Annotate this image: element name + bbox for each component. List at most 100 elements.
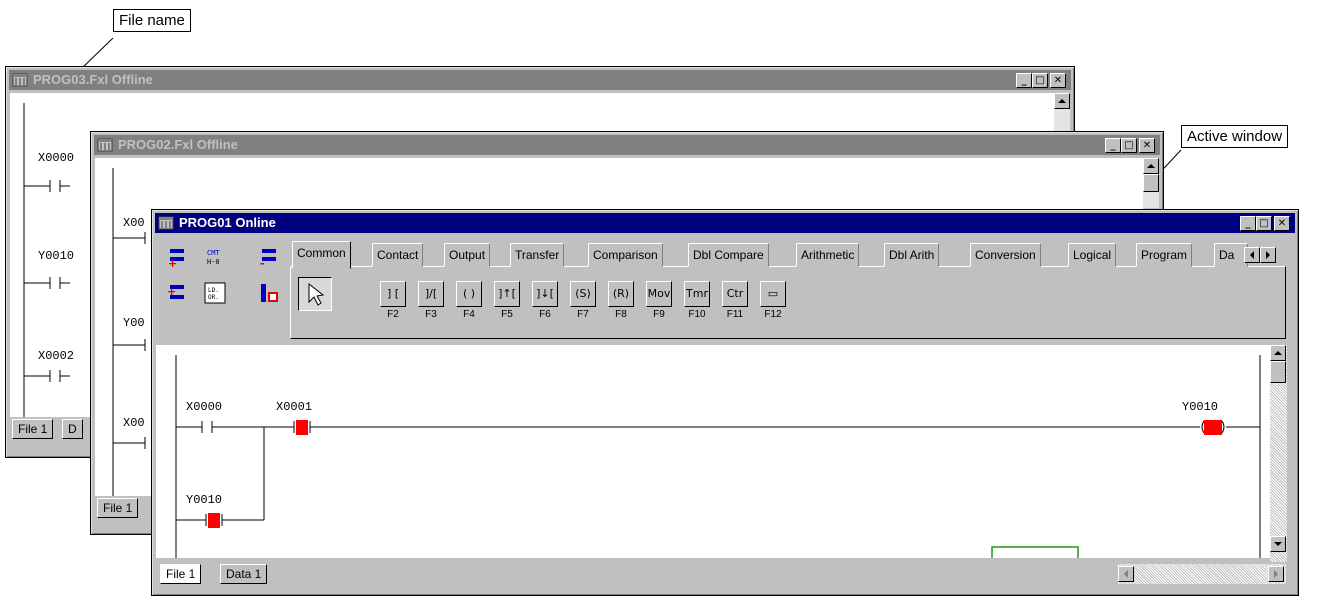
instr-rising-edge-button[interactable]: ]↑[ <box>494 281 520 307</box>
tab-dbl-compare[interactable]: Dbl Compare <box>688 243 769 267</box>
scroll-right-button[interactable] <box>1268 566 1284 582</box>
tab-dbl-arith[interactable]: Dbl Arith <box>884 243 940 267</box>
maximize-button[interactable]: □ <box>1121 138 1137 153</box>
ld-or-icon[interactable]: LD.OR. <box>204 282 226 304</box>
tab-transfer[interactable]: Transfer <box>510 243 565 267</box>
svg-text:-: - <box>260 257 265 268</box>
tab-contact[interactable]: Contact <box>372 243 424 267</box>
scroll-up-button[interactable] <box>1270 345 1286 361</box>
vertical-scrollbar[interactable] <box>1054 93 1070 133</box>
scroll-up-button[interactable] <box>1054 93 1070 109</box>
close-button[interactable]: ✕ <box>1050 73 1066 88</box>
arrow-down-icon <box>1274 542 1282 546</box>
tab-program[interactable]: Program <box>1136 243 1193 267</box>
close-button[interactable]: ✕ <box>1274 216 1290 231</box>
minimize-button[interactable]: _ <box>1240 216 1256 231</box>
contact-label: Y0010 <box>186 493 223 507</box>
tab-data[interactable]: D <box>62 419 83 439</box>
instr-set-button[interactable]: (S) <box>570 281 596 307</box>
svg-text:H-0: H-0 <box>207 258 220 266</box>
svg-text:CMT: CMT <box>207 249 220 257</box>
instruction-toolbox: Common Contact Output Transfer Compariso… <box>290 241 1286 341</box>
svg-text:OR.: OR. <box>208 294 219 301</box>
tab-data-1[interactable]: Data 1 <box>220 564 268 584</box>
instr-reset-button[interactable]: (R) <box>608 281 634 307</box>
tab-scroll-right-button[interactable] <box>1260 247 1276 263</box>
fkey-label: F9 <box>653 309 665 320</box>
instr-coil-button[interactable]: ( ) <box>456 281 482 307</box>
window-title: PROG03.Fxl Offline <box>33 72 153 87</box>
tab-arithmetic[interactable]: Arithmetic <box>796 243 860 267</box>
energized-contact <box>296 420 308 435</box>
close-button[interactable]: ✕ <box>1139 138 1155 153</box>
app-icon <box>97 138 113 152</box>
scroll-left-button[interactable] <box>1118 566 1134 582</box>
title-bar[interactable]: PROG02.Fxl Offline _ □ ✕ <box>94 135 1160 155</box>
scroll-down-button[interactable] <box>1270 536 1286 552</box>
tab-logical[interactable]: Logical <box>1068 243 1117 267</box>
maximize-button[interactable]: □ <box>1032 73 1048 88</box>
arrow-up-icon <box>1147 164 1155 168</box>
maximize-button[interactable]: □ <box>1256 216 1272 231</box>
tab-file-1[interactable]: File 1 <box>12 419 54 439</box>
instr-box-button[interactable]: ▭ <box>760 281 786 307</box>
contact-label: X0001 <box>276 400 313 414</box>
arrow-right-icon <box>1266 251 1270 259</box>
fkey-label: F2 <box>387 309 399 320</box>
cursor-arrow-icon <box>308 282 325 306</box>
vertical-scrollbar[interactable] <box>1143 158 1159 208</box>
window-title: PROG01 Online <box>179 215 276 230</box>
instr-timer-button[interactable]: Tmr <box>684 281 710 307</box>
contact-label: X00 <box>123 416 145 430</box>
insert-column-icon[interactable]: + <box>166 282 188 304</box>
energized-contact <box>208 513 220 528</box>
window-prog01[interactable]: PROG01 Online _ □ ✕ + CMT H-0 - + LD. OR. … <box>151 209 1299 596</box>
selection-frame <box>991 546 1079 558</box>
contact-label: Y0010 <box>38 249 75 263</box>
fkey-label: F12 <box>764 309 782 320</box>
vertical-scrollbar[interactable] <box>1270 345 1287 569</box>
comment-icon[interactable]: CMTH-0 <box>204 246 226 268</box>
tab-comparison[interactable]: Comparison <box>588 243 663 267</box>
tab-conversion[interactable]: Conversion <box>970 243 1041 267</box>
instr-no-contact-button[interactable]: ] [ <box>380 281 406 307</box>
fkey-label: F8 <box>615 309 627 320</box>
instr-mov-button[interactable]: Mov <box>646 281 672 307</box>
title-bar[interactable]: PROG03.Fxl Offline _ □ ✕ <box>9 70 1071 90</box>
instr-nc-contact-button[interactable]: ]/[ <box>418 281 444 307</box>
energized-coil <box>1204 420 1222 435</box>
fkey-label: F3 <box>425 309 437 320</box>
ladder-canvas[interactable]: X0000 X0001 Y0010 Y0010 <box>156 345 1270 558</box>
fkey-label: F10 <box>688 309 706 320</box>
minimize-button[interactable]: _ <box>1016 73 1032 88</box>
fkey-label: F7 <box>577 309 589 320</box>
sheet-tabs: File 1 Data 1 <box>156 562 1287 588</box>
instr-falling-edge-button[interactable]: ]↓[ <box>532 281 558 307</box>
svg-text:+: + <box>168 257 177 268</box>
tab-common[interactable]: Common <box>292 241 351 269</box>
fkey-label: F4 <box>463 309 475 320</box>
tab-file-1[interactable]: File 1 <box>97 498 139 518</box>
title-bar[interactable]: PROG01 Online _ □ ✕ <box>155 213 1295 233</box>
tab-file-1[interactable]: File 1 <box>160 564 202 584</box>
minimize-button[interactable]: _ <box>1105 138 1121 153</box>
fkey-label: F5 <box>501 309 513 320</box>
arrow-left-icon <box>1250 251 1254 259</box>
svg-text:+: + <box>167 285 176 298</box>
horizontal-scrollbar[interactable] <box>1118 564 1286 584</box>
monitor-icon[interactable] <box>258 282 280 304</box>
tab-scroll-left-button[interactable] <box>1244 247 1260 263</box>
tab-data[interactable]: Da <box>1214 243 1248 267</box>
scroll-up-button[interactable] <box>1143 158 1159 174</box>
scroll-thumb[interactable] <box>1270 361 1286 383</box>
instr-counter-button[interactable]: Ctr <box>722 281 748 307</box>
insert-rung-icon[interactable]: + <box>166 246 188 268</box>
contact-label: X0002 <box>38 349 75 363</box>
arrow-up-icon <box>1058 99 1066 103</box>
select-pointer-button[interactable] <box>298 277 332 311</box>
arrow-up-icon <box>1274 351 1282 355</box>
tab-output[interactable]: Output <box>444 243 491 267</box>
delete-rung-icon[interactable]: - <box>258 246 280 268</box>
scroll-thumb[interactable] <box>1143 174 1159 192</box>
coil-label: Y0010 <box>1182 400 1219 414</box>
